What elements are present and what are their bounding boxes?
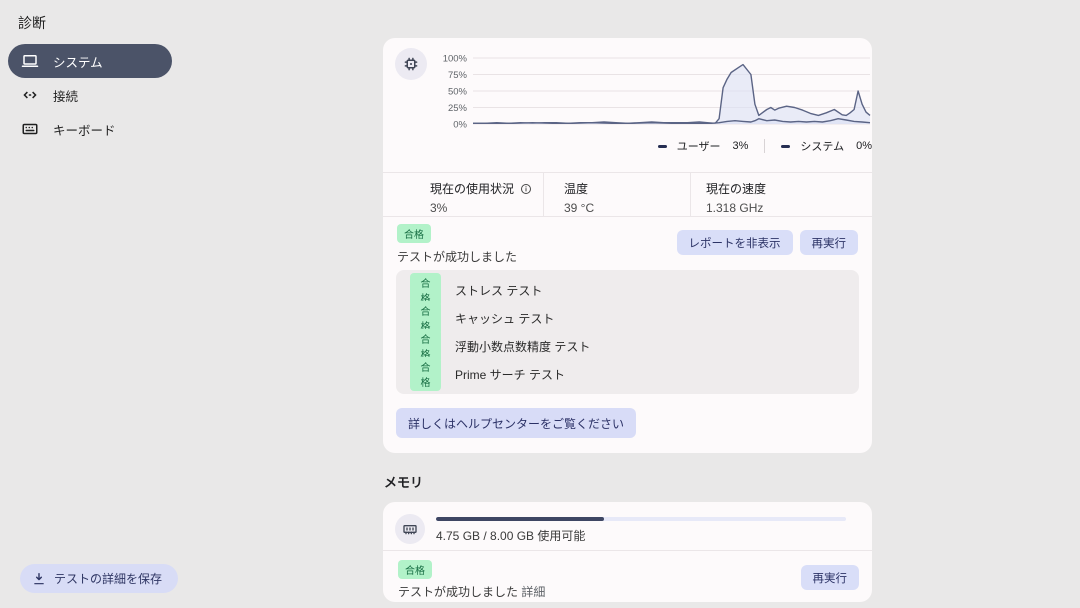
stat-current-usage: 現在の使用状況 3% [383,173,543,216]
rerun-button[interactable]: 再実行 [800,230,859,255]
memory-test-result-row: 合格 テストが成功しました 詳細 再実行 [383,550,872,602]
cpu-stats-row: 現在の使用状況 3% 温度 39 °C 現在の速度 1.318 GHz [383,172,872,216]
svg-text:25%: 25% [448,103,468,114]
legend-divider [764,139,765,153]
details-link[interactable]: 詳細 [521,585,545,599]
help-center-button[interactable]: 詳しくはヘルプセンターをご覧ください [396,408,636,438]
sidebar-item-system[interactable]: システム [8,44,172,78]
save-test-details-button[interactable]: テストの詳細を保存 [20,564,178,593]
test-row-floating-point: 合格 浮動小数点数精度 テスト [396,332,859,360]
svg-text:50%: 50% [448,87,468,98]
sidebar-item-keyboard[interactable]: キーボード [8,112,172,146]
cpu-card: 100% 75% 50% 25% 0% ユーザー 3% システム 0% 現在の使用状況 [383,38,872,453]
test-row-stress: 合格 ストレス テスト [396,276,859,304]
stat-temperature: 温度 39 °C [543,173,690,216]
sidebar-item-label: 接続 [53,86,78,105]
result-message: テストが成功しました [398,585,518,599]
laptop-icon [21,52,39,70]
status-badge: 合格 [397,224,431,243]
info-icon[interactable] [520,183,532,195]
cpu-test-result-row: 合格 テストが成功しました レポートを非表示 再実行 [383,216,872,270]
stat-current-speed: 現在の速度 1.318 GHz [690,173,872,216]
chart-legend: ユーザー 3% システム 0% [439,138,876,154]
memory-rerun-button[interactable]: 再実行 [801,565,860,590]
test-row-prime-search: 合格 Prime サーチ テスト [396,360,859,388]
test-row-cache: 合格 キャッシュ テスト [396,304,859,332]
save-button-label: テストの詳細を保存 [54,570,162,587]
sidebar-item-label: システム [53,52,103,71]
svg-text:75%: 75% [448,70,468,81]
memory-section-title: メモリ [384,472,872,491]
memory-usage-label: 4.75 GB / 8.00 GB 使用可能 [436,527,846,544]
sidebar-item-connectivity[interactable]: 接続 [8,78,172,112]
stat-value: 1.318 GHz [706,201,872,215]
keyboard-icon [21,120,39,138]
test-name: Prime サーチ テスト [455,366,565,383]
legend-system-value: 0% [856,140,872,152]
legend-user-label: ユーザー [677,138,721,154]
svg-text:0%: 0% [453,120,467,131]
result-message: テストが成功しました [397,248,517,265]
memory-card: 4.75 GB / 8.00 GB 使用可能 合格 テストが成功しました 詳細 … [383,502,872,602]
main-content: 100% 75% 50% 25% 0% ユーザー 3% システム 0% 現在の使用状況 [383,38,872,602]
stat-value: 39 °C [564,201,690,215]
sidebar-item-label: キーボード [53,120,116,139]
cpu-usage-chart: 100% 75% 50% 25% 0% [439,48,876,132]
ethernet-icon [21,86,39,104]
page-title: 診断 [18,13,46,33]
download-icon [32,572,46,586]
stat-label: 現在の使用状況 [430,180,514,197]
cpu-icon [395,48,427,80]
status-badge: 合格 [398,560,432,579]
memory-usage-bar [436,517,846,521]
stat-label: 温度 [564,180,588,197]
legend-user-marker [658,145,667,148]
hide-report-button[interactable]: レポートを非表示 [677,230,793,255]
test-name: 浮動小数点数精度 テスト [455,338,590,355]
legend-system-label: システム [800,138,844,154]
svg-text:100%: 100% [443,54,468,65]
cpu-chart-section: 100% 75% 50% 25% 0% ユーザー 3% システム 0% [383,38,872,172]
stat-value: 3% [430,201,543,215]
memory-usage-fill [436,517,604,521]
stat-label: 現在の速度 [706,180,766,197]
cpu-test-list: 合格 ストレス テスト 合格 キャッシュ テスト 合格 浮動小数点数精度 テスト… [396,270,859,394]
memory-icon [395,514,425,544]
test-name: キャッシュ テスト [455,310,554,327]
sidebar-nav: システム 接続 キーボード [8,44,172,146]
legend-user-value: 3% [733,140,749,152]
test-name: ストレス テスト [455,282,542,299]
cpu-usage-chart-wrap: 100% 75% 50% 25% 0% ユーザー 3% システム 0% [439,48,876,172]
memory-usage-row: 4.75 GB / 8.00 GB 使用可能 [383,502,872,550]
status-badge: 合格 [410,357,441,391]
legend-system-marker [781,145,790,148]
